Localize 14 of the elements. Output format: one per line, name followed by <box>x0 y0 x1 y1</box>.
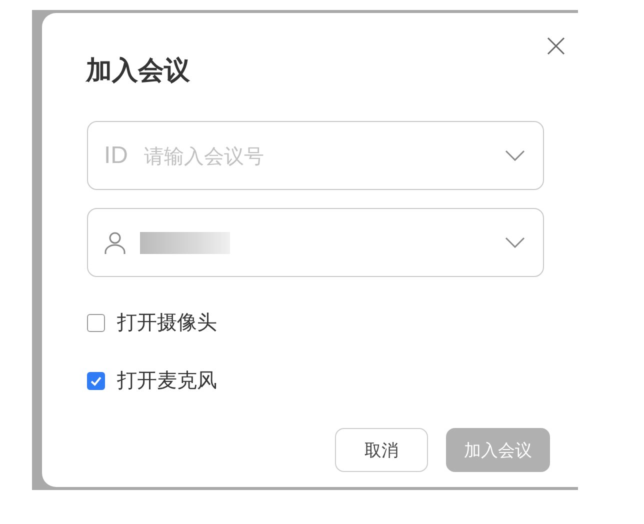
chevron-down-icon <box>505 150 525 161</box>
user-icon <box>104 230 126 254</box>
checkbox-label: 打开麦克风 <box>117 367 217 394</box>
dropdown-field[interactable] <box>87 208 544 277</box>
checkbox-label: 打开摄像头 <box>117 309 217 336</box>
checkbox[interactable] <box>87 372 105 390</box>
chevron-down-icon <box>505 237 525 248</box>
id-prefix: ID <box>104 142 128 170</box>
dropdown-field[interactable]: ID 请输入会议号 <box>87 121 544 190</box>
cancel-button[interactable]: 取消 <box>335 428 428 472</box>
checkbox[interactable] <box>87 314 105 332</box>
meeting-id-input[interactable]: 请输入会议号 <box>142 142 505 168</box>
close-icon[interactable] <box>547 37 565 55</box>
dialog-title: 加入会议 <box>86 55 190 88</box>
